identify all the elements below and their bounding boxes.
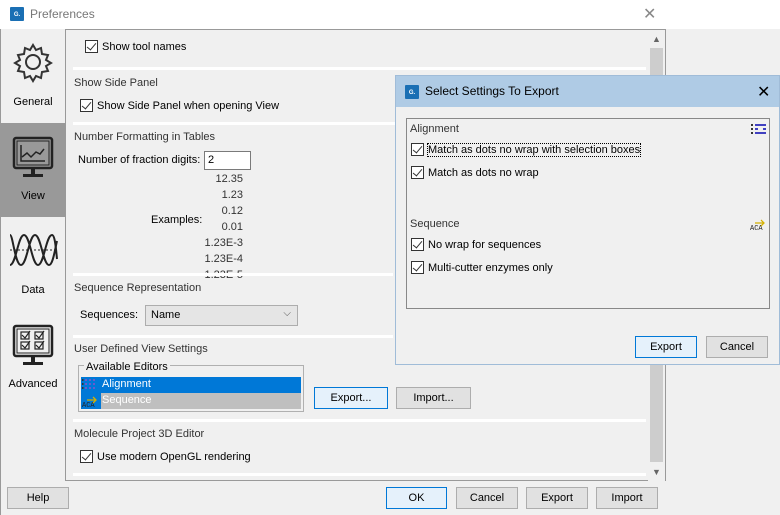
sidebar-label: General [13, 96, 53, 108]
window-title: Preferences [30, 7, 95, 21]
section-title-side-panel: Show Side Panel [74, 77, 158, 89]
ok-button[interactable]: OK [386, 487, 447, 509]
sidebar: General View Data Advanced [1, 29, 65, 475]
example-value: 12.35 [215, 173, 243, 185]
example-value: 1.23E-3 [204, 237, 243, 249]
checkbox-checked[interactable] [411, 143, 424, 156]
sidebar-label: Advanced [8, 378, 58, 390]
sidebar-item-view[interactable]: View [1, 123, 65, 217]
checkbox-label: Show tool names [102, 40, 187, 53]
close-dialog-button[interactable]: ✕ [757, 82, 770, 102]
example-value: 1.23E-4 [204, 253, 243, 265]
fraction-digits-input[interactable]: 2 [204, 151, 251, 170]
section-title-user-defined: User Defined View Settings [74, 343, 208, 355]
section-divider [73, 419, 646, 422]
app-logo-icon: G. [10, 7, 24, 21]
checkbox-checked[interactable] [80, 450, 93, 463]
sidebar-item-advanced[interactable]: Advanced [1, 311, 65, 405]
editor-list-item-sequence[interactable]: ACA Sequence [81, 393, 301, 410]
show-tool-names-checkbox[interactable]: Show tool names [85, 40, 186, 53]
export-setting-checkbox[interactable]: Match as dots no wrap [411, 166, 539, 179]
monitor-checklist-icon [12, 324, 54, 365]
sequences-dropdown[interactable]: Name ⌵ [145, 305, 298, 326]
import-button[interactable]: Import [596, 487, 658, 509]
checkbox-checked[interactable] [85, 40, 98, 53]
gear-icon [13, 43, 53, 83]
checkbox-checked[interactable] [411, 261, 424, 274]
editor-label: Alignment [102, 378, 151, 390]
select-settings-dialog: G. Select Settings To Export ✕ Alignment… [395, 75, 780, 365]
waves-icon [9, 233, 58, 267]
scroll-down-button[interactable]: ▼ [650, 465, 663, 479]
section-divider [73, 335, 393, 338]
alignment-icon [81, 377, 101, 393]
section-title-number-formatting: Number Formatting in Tables [74, 131, 216, 143]
dialog-titlebar: G. Select Settings To Export ✕ [396, 76, 779, 107]
checkbox-label: No wrap for sequences [428, 238, 542, 251]
export-setting-checkbox[interactable]: Multi-cutter enzymes only [411, 261, 553, 274]
dropdown-value: Name [151, 309, 181, 321]
sidebar-item-data[interactable]: Data [1, 217, 65, 311]
window-titlebar: G. Preferences ✕ [0, 0, 780, 29]
dialog-title: Select Settings To Export [425, 84, 559, 98]
example-value: 1.23 [221, 189, 243, 201]
checkbox-label: Match as dots no wrap with selection box… [426, 142, 642, 157]
fraction-digits-label: Number of fraction digits: [78, 154, 201, 166]
app-logo-icon: G. [405, 85, 419, 99]
section-title-molecule: Molecule Project 3D Editor [74, 428, 205, 440]
example-value: 0.01 [221, 221, 243, 233]
opengl-rendering-checkbox[interactable]: Use modern OpenGL rendering [80, 450, 251, 463]
sidebar-label: Data [21, 284, 45, 296]
export-setting-checkbox[interactable]: Match as dots no wrap with selection box… [411, 142, 642, 157]
section-divider [73, 67, 646, 70]
alignment-icon [751, 123, 767, 138]
scroll-up-button[interactable]: ▲ [650, 32, 663, 46]
section-title-alignment: Alignment [410, 123, 459, 135]
checkbox-label: Show Side Panel when opening View [97, 99, 280, 112]
checkbox-label: Use modern OpenGL rendering [97, 450, 251, 463]
dialog-export-button[interactable]: Export [635, 336, 697, 358]
editor-label: Sequence [102, 394, 152, 406]
cancel-button[interactable]: Cancel [456, 487, 518, 509]
sidebar-item-general[interactable]: General [1, 29, 65, 123]
editors-export-button[interactable]: Export... [314, 387, 388, 409]
section-title-sequence: Sequence [410, 218, 460, 230]
section-title-sequence-representation: Sequence Representation [74, 282, 202, 294]
chevron-down-icon: ⌵ [283, 308, 291, 319]
section-divider [73, 473, 646, 476]
available-editors-label: Available Editors [84, 361, 170, 373]
sidebar-label: View [21, 190, 45, 202]
show-side-panel-checkbox[interactable]: Show Side Panel when opening View [80, 99, 279, 112]
editor-list-item-alignment[interactable]: Alignment [81, 377, 301, 393]
dialog-cancel-button[interactable]: Cancel [706, 336, 768, 358]
section-divider [73, 273, 393, 276]
editors-import-button[interactable]: Import... [396, 387, 471, 409]
sequences-label: Sequences: [80, 309, 139, 321]
help-button[interactable]: Help [7, 487, 69, 509]
checkbox-label: Multi-cutter enzymes only [428, 261, 553, 274]
close-window-button[interactable]: ✕ [643, 4, 656, 24]
checkbox-checked[interactable] [80, 99, 93, 112]
checkbox-label: Match as dots no wrap [428, 166, 539, 179]
sequence-icon: ACA [749, 216, 769, 235]
monitor-chart-icon [12, 136, 54, 177]
checkbox-checked[interactable] [411, 238, 424, 251]
export-button[interactable]: Export [526, 487, 588, 509]
checkbox-checked[interactable] [411, 166, 424, 179]
sequence-icon: ACA [81, 393, 101, 410]
export-setting-checkbox[interactable]: No wrap for sequences [411, 238, 541, 251]
